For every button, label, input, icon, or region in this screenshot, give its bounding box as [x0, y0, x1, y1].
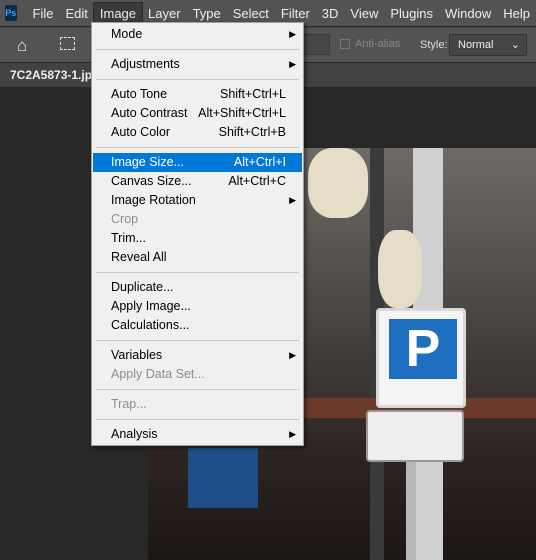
- menu-item-calculations[interactable]: Calculations...: [93, 316, 302, 335]
- menu-item-label: Trap...: [111, 397, 147, 411]
- menu-view[interactable]: View: [344, 3, 384, 24]
- shortcut-label: Alt+Ctrl+I: [233, 155, 286, 169]
- style-select[interactable]: Normal ⌄: [449, 34, 527, 56]
- menu-item-canvas-size[interactable]: Canvas Size... Alt+Ctrl+C: [93, 172, 302, 191]
- menu-item-auto-color[interactable]: Auto Color Shift+Ctrl+B: [93, 123, 302, 142]
- menu-item-analysis[interactable]: Analysis ▶: [93, 425, 302, 444]
- menu-item-trim[interactable]: Trim...: [93, 229, 302, 248]
- menu-item-label: Calculations...: [111, 318, 190, 332]
- menu-item-label: Trim...: [111, 231, 146, 245]
- menu-item-crop: Crop: [93, 210, 302, 229]
- menu-separator: [92, 44, 303, 55]
- menu-item-label: Apply Data Set...: [111, 367, 205, 381]
- parking-sign: P: [376, 308, 466, 408]
- sticker-sign: [366, 410, 464, 462]
- menu-type[interactable]: Type: [187, 3, 227, 24]
- document-tab[interactable]: 7C2A5873-1.jpg: [10, 68, 99, 82]
- anti-alias-checkbox[interactable]: Anti-alias: [340, 38, 400, 50]
- chevron-down-icon: ⌄: [510, 39, 520, 51]
- menu-3d[interactable]: 3D: [316, 3, 345, 24]
- menu-item-adjustments[interactable]: Adjustments ▶: [93, 55, 302, 74]
- menu-item-label: Analysis: [111, 427, 158, 441]
- menu-item-trap: Trap...: [93, 395, 302, 414]
- submenu-arrow-icon: ▶: [289, 29, 296, 39]
- menu-item-label: Duplicate...: [111, 280, 174, 294]
- photoshop-logo: Ps: [5, 5, 17, 21]
- submenu-arrow-icon: ▶: [289, 350, 296, 360]
- menu-separator: [92, 267, 303, 278]
- home-icon[interactable]: ⌂: [17, 36, 27, 56]
- menu-item-auto-contrast[interactable]: Auto Contrast Alt+Shift+Ctrl+L: [93, 104, 302, 123]
- shortcut-label: Alt+Ctrl+C: [228, 174, 286, 188]
- menu-layer[interactable]: Layer: [142, 3, 187, 24]
- menu-item-label: Canvas Size...: [111, 174, 192, 188]
- shortcut-label: Alt+Shift+Ctrl+L: [198, 106, 286, 120]
- image-menu-dropdown: Mode ▶ Adjustments ▶ Auto Tone Shift+Ctrl+L Au…: [91, 22, 304, 446]
- menu-item-image-size[interactable]: Image Size... Alt+Ctrl+I: [93, 153, 302, 172]
- menu-item-label: Auto Color: [111, 125, 171, 139]
- menu-item-label: Auto Tone: [111, 87, 168, 101]
- menu-item-auto-tone[interactable]: Auto Tone Shift+Ctrl+L: [93, 85, 302, 104]
- menu-edit[interactable]: Edit: [59, 3, 93, 24]
- menu-item-label: Image Size...: [111, 155, 184, 169]
- menu-separator: [92, 384, 303, 395]
- checkbox-icon: [340, 39, 350, 49]
- menu-item-label: Image Rotation: [111, 193, 196, 207]
- menu-plugins[interactable]: Plugins: [384, 3, 439, 24]
- menu-item-apply-data-set: Apply Data Set...: [93, 365, 302, 384]
- anti-alias-label: Anti-alias: [355, 38, 401, 50]
- menu-item-label: Crop: [111, 212, 139, 226]
- menu-separator: [92, 74, 303, 85]
- menu-item-image-rotation[interactable]: Image Rotation ▶: [93, 191, 302, 210]
- menu-window[interactable]: Window: [439, 3, 497, 24]
- menu-item-apply-image[interactable]: Apply Image...: [93, 297, 302, 316]
- rectangular-marquee-icon[interactable]: [60, 37, 75, 50]
- submenu-arrow-icon: ▶: [289, 59, 296, 69]
- menu-image[interactable]: Image: [92, 1, 144, 25]
- style-value: Normal: [458, 39, 494, 51]
- shortcut-label: Shift+Ctrl+L: [219, 87, 286, 101]
- menu-help[interactable]: Help: [497, 3, 536, 24]
- feather-input[interactable]: [300, 34, 330, 55]
- menu-item-label: Variables: [111, 348, 163, 362]
- menu-item-label: Apply Image...: [111, 299, 191, 313]
- menu-separator: [92, 335, 303, 346]
- menu-item-duplicate[interactable]: Duplicate...: [93, 278, 302, 297]
- menu-item-mode[interactable]: Mode ▶: [93, 25, 302, 44]
- submenu-arrow-icon: ▶: [289, 195, 296, 205]
- submenu-arrow-icon: ▶: [289, 429, 296, 439]
- menu-item-label: Adjustments: [111, 57, 180, 71]
- menu-item-reveal-all[interactable]: Reveal All: [93, 248, 302, 267]
- shortcut-label: Shift+Ctrl+B: [218, 125, 286, 139]
- menu-select[interactable]: Select: [227, 3, 275, 24]
- menu-filter[interactable]: Filter: [275, 3, 316, 24]
- style-label: Style:: [420, 39, 448, 51]
- menu-item-label: Auto Contrast: [111, 106, 188, 120]
- menu-item-label: Mode: [111, 27, 143, 41]
- menu-item-variables[interactable]: Variables ▶: [93, 346, 302, 365]
- menu-item-label: Reveal All: [111, 250, 167, 264]
- menu-file[interactable]: File: [27, 3, 60, 24]
- menu-separator: [92, 142, 303, 153]
- menu-separator: [92, 414, 303, 425]
